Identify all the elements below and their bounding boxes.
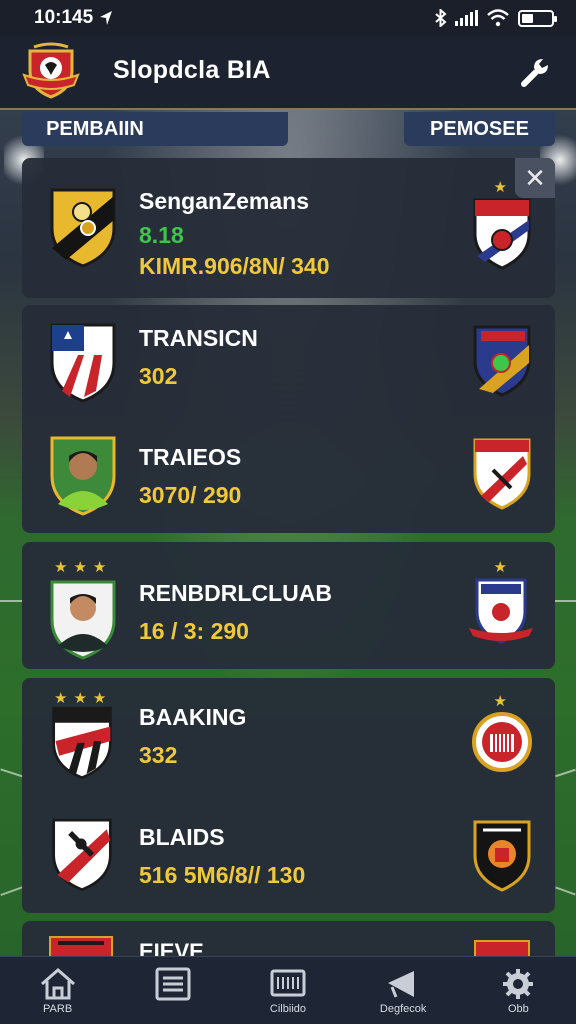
team-name: BLAIDS (139, 824, 225, 850)
wrench-icon[interactable] (518, 54, 554, 90)
scoreboard-icon (270, 969, 306, 997)
tab-label: PEMBAIIN (46, 117, 144, 140)
match-card[interactable]: TRANSICN 302 TRAIEOS 3070/ 290 (22, 305, 555, 533)
star-icon: ★ (73, 559, 87, 576)
team-name: RENBDRLCLUAB (139, 580, 332, 606)
opponent-crest-icon (473, 820, 531, 892)
battery-icon (518, 9, 557, 27)
nav-item-home[interactable]: PARB (8, 957, 108, 1024)
bottom-navigation: PARB Cilbiido Degfecok Obb (0, 956, 576, 1024)
nav-label: Cilbiido (269, 1003, 306, 1015)
nav-item-list[interactable] (123, 957, 223, 1024)
score-primary: 302 (139, 363, 178, 389)
app-header: Slopdcla BIA (0, 36, 576, 110)
match-row[interactable]: ★ ★ ★ RENBDRLCLUAB 16 / 3: 290 ★ (22, 542, 555, 660)
match-card[interactable]: ★ ★ ★ RENBDRLCLUAB 16 / 3: 290 ★ (22, 542, 555, 669)
location-arrow-icon (100, 11, 113, 25)
opponent-crest-icon (472, 712, 532, 772)
pitch-line (0, 885, 24, 897)
team-name: TRAIEOS (139, 444, 242, 470)
status-time: 10:145 (34, 7, 94, 28)
rating-stars: ★ ★ ★ (54, 560, 106, 575)
team-crest-icon (52, 706, 112, 780)
score-primary: 3070/ 290 (139, 482, 242, 508)
pitch-line (0, 768, 24, 778)
star-icon: ★ (493, 179, 507, 196)
score-primary: 8.18 (139, 222, 184, 248)
team-name: TRANSICN (139, 325, 258, 351)
app-title: Slopdcla BIA (113, 56, 271, 84)
rating-stars: ★ (494, 180, 507, 195)
player-photo-icon (50, 436, 116, 516)
opponent-crest-icon (473, 438, 531, 510)
team-crest-icon (50, 323, 116, 403)
club-logo-icon (22, 42, 80, 99)
tab-pembaiin[interactable]: PEMBAIIN (22, 112, 288, 146)
settings-icon (503, 969, 534, 999)
nav-label: Degfecok (379, 1003, 427, 1015)
star-icon: ★ (493, 559, 507, 576)
pitch-line (555, 886, 576, 896)
pitch-line (555, 768, 576, 778)
home-icon (40, 968, 75, 1000)
tab-pemosee[interactable]: PEMOSEE (404, 112, 555, 146)
match-card[interactable]: ✕ SenganZemans 8.18 KIMR.906/8N/ 340 ★ (22, 158, 555, 298)
match-card[interactable]: EIEVE (22, 921, 555, 964)
nav-label: PARB (43, 1003, 73, 1015)
team-crest-icon (50, 188, 116, 268)
match-row[interactable]: TRAIEOS 3070/ 290 (22, 420, 555, 530)
opponent-crest-icon (473, 325, 531, 397)
nav-item-scores[interactable]: Cilbiido (238, 957, 338, 1024)
rating-stars: ★ (494, 560, 507, 575)
nav-label: Obb (507, 1003, 529, 1015)
star-icon: ★ (54, 559, 68, 576)
score-primary: 516 5M6/8// 130 (139, 862, 306, 888)
status-bar: 10:145 (0, 0, 576, 36)
bluetooth-icon (435, 9, 447, 27)
nav-item-announcements[interactable]: Degfecok (353, 957, 453, 1024)
rating-stars: ★ (494, 694, 507, 709)
opponent-crest-icon (469, 578, 533, 644)
nav-item-settings[interactable]: Obb (468, 957, 568, 1024)
list-icon (155, 967, 191, 1001)
score-primary: 332 (139, 742, 178, 768)
match-row[interactable]: SenganZemans 8.18 KIMR.906/8N/ 340 ★ (22, 158, 555, 279)
score-primary: 16 / 3: 290 (139, 618, 249, 644)
tab-label: PEMOSEE (430, 117, 529, 140)
score-secondary: KIMR.906/8N/ 340 (139, 253, 330, 279)
star-icon: ★ (92, 559, 107, 576)
match-row[interactable]: TRANSICN 302 (22, 305, 555, 415)
match-row[interactable]: ★ ★ ★ BAAKING 332 ★ (22, 678, 555, 788)
pitch-line (0, 600, 24, 602)
megaphone-icon (388, 971, 415, 998)
player-photo-icon (50, 580, 116, 660)
star-icon: ★ (493, 693, 507, 710)
opponent-crest-icon (473, 198, 531, 270)
cellular-signal-icon (455, 10, 478, 26)
match-row[interactable]: BLAIDS 516 5M6/8// 130 (22, 798, 555, 908)
team-crest-icon (52, 818, 112, 892)
pitch-line (555, 600, 576, 602)
match-card[interactable]: ★ ★ ★ BAAKING 332 ★ BLAIDS 516 5M6/8// 1… (22, 678, 555, 913)
wifi-icon (487, 9, 509, 27)
team-name: BAAKING (139, 704, 247, 730)
team-name: SenganZemans (139, 188, 309, 214)
